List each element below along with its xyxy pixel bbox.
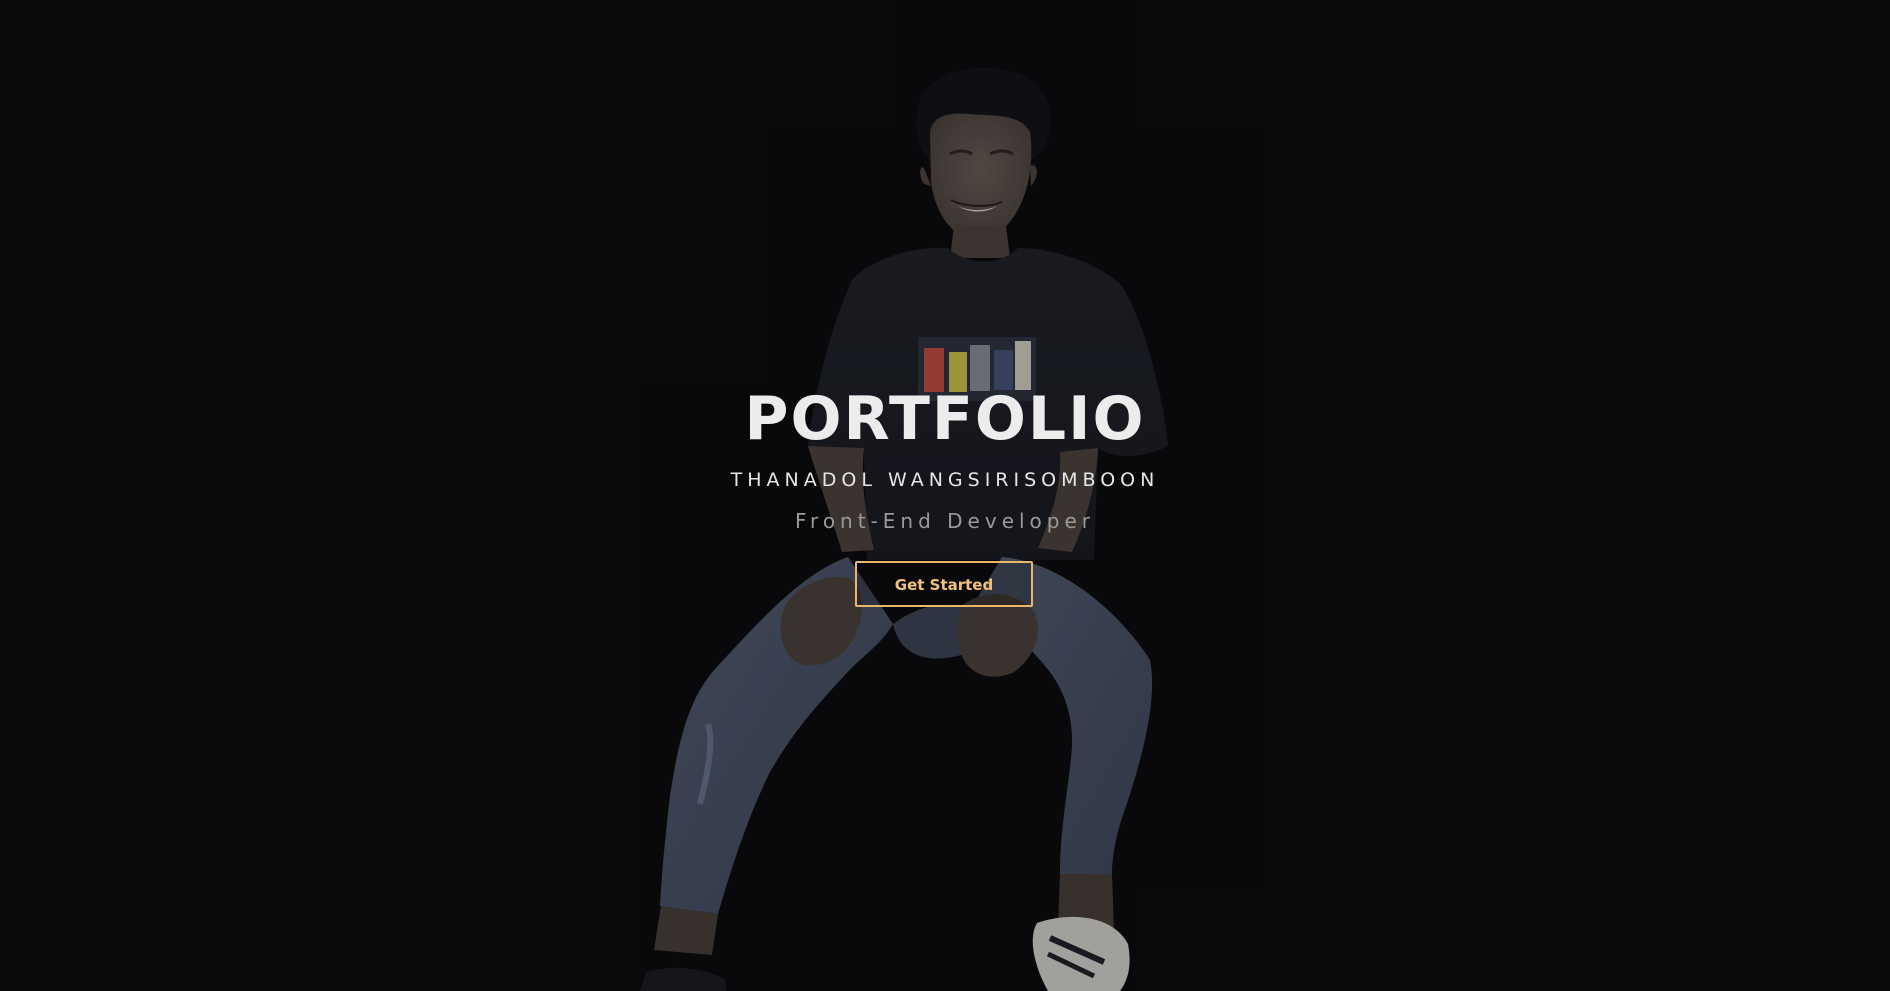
hero-content: PORTFOLIO THANADOL WANGSIRISOMBOON Front… <box>0 0 1890 991</box>
hero-section: PORTFOLIO THANADOL WANGSIRISOMBOON Front… <box>0 0 1890 991</box>
page-title: PORTFOLIO <box>744 384 1146 454</box>
job-title: Front-End Developer <box>794 509 1096 533</box>
get-started-button[interactable]: Get Started <box>855 561 1033 607</box>
owner-name: THANADOL WANGSIRISOMBOON <box>730 469 1160 491</box>
